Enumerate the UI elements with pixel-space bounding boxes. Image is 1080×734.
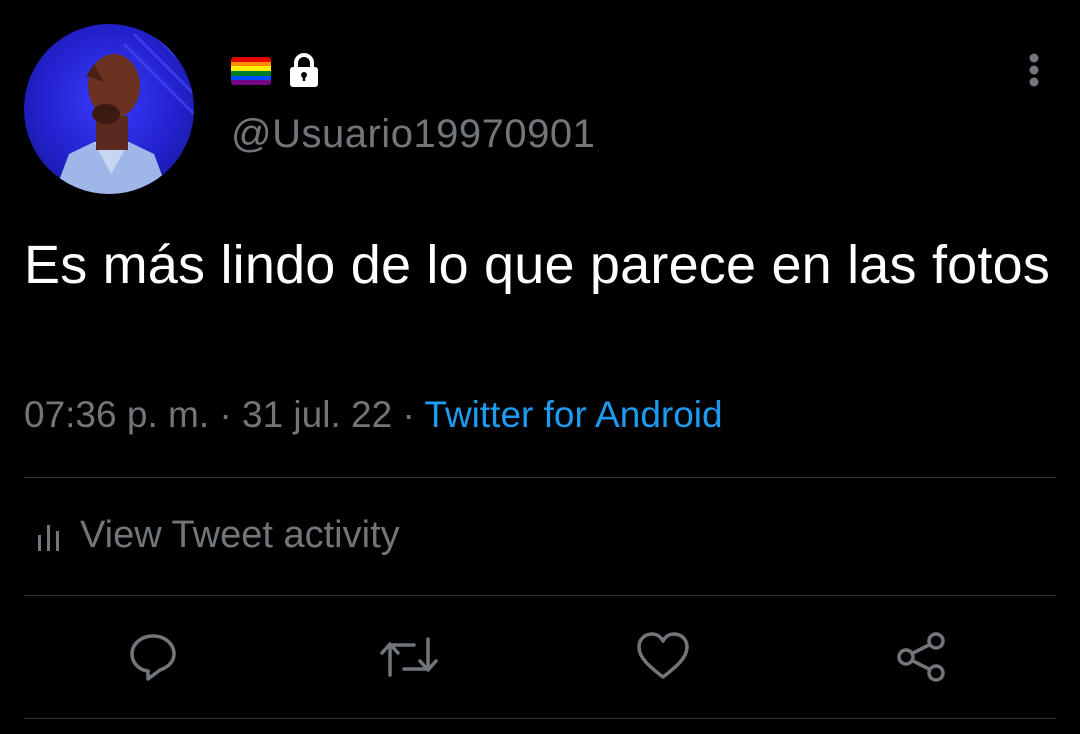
divider [24, 718, 1056, 719]
tweet-text: Es más lindo de lo que parece en las fot… [24, 235, 1051, 295]
divider [24, 595, 1056, 596]
user-handle[interactable]: @Usuario19970901 [231, 112, 595, 157]
flag-stripe [231, 80, 271, 85]
tweet-meta: 07:36 p. m. · 31 jul. 22 · Twitter for A… [24, 394, 723, 436]
meta-separator: · [402, 394, 415, 435]
tweet-source-link[interactable]: Twitter for Android [424, 394, 722, 435]
view-tweet-activity-label: View Tweet activity [80, 514, 400, 556]
more-options-icon[interactable] [1022, 52, 1046, 92]
avatar-image [54, 24, 194, 194]
bar-chart-icon [38, 524, 59, 551]
divider [24, 477, 1056, 478]
retweet-icon[interactable] [378, 631, 440, 683]
share-icon[interactable] [896, 631, 948, 683]
view-tweet-activity-button[interactable]: View Tweet activity [36, 514, 400, 557]
tweet-date: 31 jul. 22 [242, 394, 393, 435]
meta-separator: · [219, 394, 232, 435]
reply-icon[interactable] [128, 631, 178, 683]
tweet-time: 07:36 p. m. [24, 394, 210, 435]
lock-icon [290, 53, 318, 87]
rainbow-flag-icon [231, 57, 271, 85]
avatar[interactable] [24, 24, 194, 194]
like-icon[interactable] [636, 631, 690, 681]
